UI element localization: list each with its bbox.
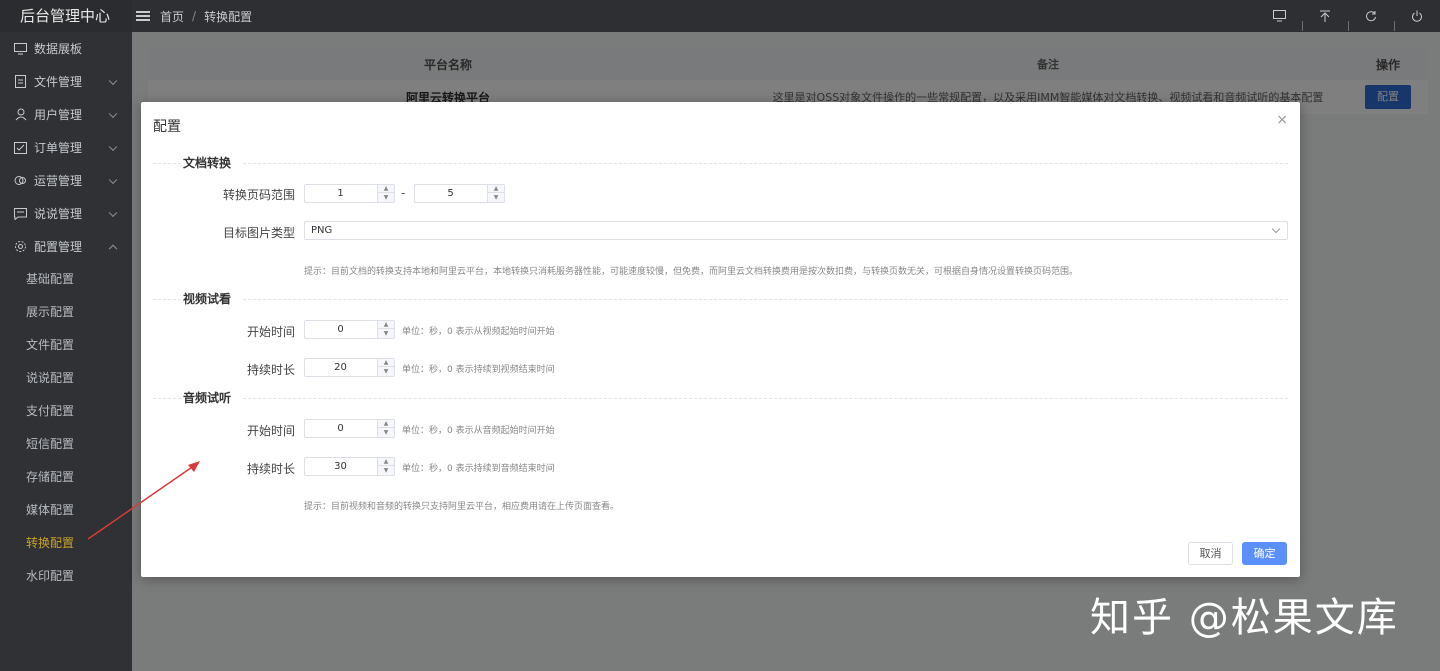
breadcrumb-home[interactable]: 首页 — [160, 8, 184, 25]
increment-icon[interactable]: ▲ — [488, 185, 504, 193]
decrement-icon[interactable]: ▼ — [378, 193, 394, 201]
chevron-down-icon — [108, 76, 118, 85]
watermark: 知乎 @松果文库 — [1090, 595, 1399, 641]
section-title: 音频试听 — [183, 391, 244, 405]
brand-title: 后台管理中心 — [0, 0, 132, 32]
screen-icon[interactable] — [1256, 10, 1302, 22]
sidebar-item-label: 用户管理 — [34, 108, 83, 122]
video-start-input[interactable]: 0 ▲ ▼ — [304, 320, 395, 339]
page-from-value: 1 — [337, 188, 344, 199]
sidebar-sub-file[interactable]: 文件配置 — [0, 329, 132, 362]
breadcrumb-current: 转换配置 — [204, 9, 253, 24]
chevron-up-icon — [108, 244, 118, 253]
chevron-down-icon — [1271, 224, 1281, 234]
video-start-value: 0 — [337, 324, 344, 335]
page-to-value: 5 — [447, 188, 454, 199]
sidebar-item-label: 文件管理 — [34, 75, 83, 89]
file-icon — [14, 75, 27, 88]
chevron-down-icon — [108, 175, 118, 184]
close-icon[interactable]: × — [1276, 112, 1288, 128]
page-range-label: 转换页码范围 — [222, 188, 295, 202]
sidebar-sub-payment[interactable]: 支付配置 — [0, 395, 132, 428]
increment-icon[interactable]: ▲ — [378, 185, 394, 193]
video-start-label: 开始时间 — [246, 325, 295, 339]
video-start-hint: 单位：秒，0 表示从视频起始时间开始 — [402, 327, 555, 337]
audio-start-input[interactable]: 0 ▲ ▼ — [304, 419, 395, 438]
sidebar-item-label: 说说管理 — [34, 207, 83, 221]
video-duration-label: 持续时长 — [246, 363, 295, 377]
video-duration-hint: 单位：秒，0 表示持续到视频结束时间 — [402, 365, 555, 375]
image-type-label: 目标图片类型 — [222, 226, 295, 240]
sidebar-item-users[interactable]: 用户管理 — [0, 98, 132, 131]
config-modal: 配置 × 文档转换 转换页码范围 1 ▲ ▼ - 5 ▲ ▼ 目标图片类型 PNG … — [141, 102, 1300, 577]
order-icon — [14, 141, 27, 154]
sidebar-item-label: 订单管理 — [34, 141, 83, 155]
monitor-icon — [14, 42, 27, 55]
gear-icon — [14, 240, 27, 253]
section-title: 视频试看 — [183, 292, 244, 306]
page-from-input[interactable]: 1 ▲ ▼ — [304, 184, 395, 203]
user-icon — [14, 108, 27, 121]
decrement-icon[interactable]: ▼ — [378, 428, 394, 436]
sidebar-item-dashboard[interactable]: 数据展板 — [0, 32, 132, 65]
video-duration-value: 20 — [334, 362, 347, 373]
cancel-button[interactable]: 取消 — [1188, 542, 1233, 565]
increment-icon[interactable]: ▲ — [378, 420, 394, 428]
top-bar: 首页 / 转换配置 — [132, 0, 1440, 32]
chevron-down-icon — [108, 142, 118, 151]
annotation-arrow-icon — [87, 461, 200, 540]
sidebar-item-label: 数据展板 — [34, 42, 83, 56]
sidebar-sub-watermark[interactable]: 水印配置 — [0, 560, 132, 593]
sidebar-item-posts[interactable]: 说说管理 — [0, 197, 132, 230]
refresh-icon[interactable] — [1348, 10, 1394, 31]
chevron-down-icon — [108, 109, 118, 118]
sidebar-item-files[interactable]: 文件管理 — [0, 65, 132, 98]
image-type-value: PNG — [311, 225, 333, 236]
sidebar-sub-post[interactable]: 说说配置 — [0, 362, 132, 395]
top-actions — [1256, 0, 1440, 32]
decrement-icon[interactable]: ▼ — [378, 329, 394, 337]
media-hint: 提示：目前视频和音频的转换只支持阿里云平台，相应费用请在上传页面查看。 — [304, 502, 620, 512]
decrement-icon[interactable]: ▼ — [488, 193, 504, 201]
chevron-down-icon — [108, 208, 118, 217]
sidebar-sub-basic[interactable]: 基础配置 — [0, 263, 132, 296]
power-icon[interactable] — [1394, 10, 1440, 31]
audio-duration-hint: 单位：秒，0 表示持续到音频结束时间 — [402, 464, 555, 474]
sidebar-item-orders[interactable]: 订单管理 — [0, 131, 132, 164]
increment-icon[interactable]: ▲ — [378, 458, 394, 466]
sidebar-item-config[interactable]: 配置管理 — [0, 230, 132, 263]
sidebar-sub-display[interactable]: 展示配置 — [0, 296, 132, 329]
audio-start-value: 0 — [337, 423, 344, 434]
modal-title: 配置 — [153, 119, 181, 135]
video-duration-input[interactable]: 20 ▲ ▼ — [304, 358, 395, 377]
section-audio-preview: 音频试听 — [153, 391, 1288, 405]
upload-icon[interactable] — [1302, 10, 1348, 31]
doc-hint: 提示：目前文档的转换支持本地和阿里云平台，本地转换只消耗服务器性能，可能速度较慢… — [304, 267, 1079, 277]
breadcrumb-separator: / — [192, 9, 197, 23]
sidebar-item-operations[interactable]: 运营管理 — [0, 164, 132, 197]
section-title: 文档转换 — [183, 156, 244, 170]
audio-start-hint: 单位：秒，0 表示从音频起始时间开始 — [402, 426, 555, 436]
audio-start-label: 开始时间 — [246, 424, 295, 438]
page-to-input[interactable]: 5 ▲ ▼ — [414, 184, 505, 203]
confirm-button[interactable]: 确定 — [1242, 542, 1287, 565]
message-icon — [14, 207, 27, 220]
menu-toggle-icon[interactable] — [136, 11, 150, 21]
increment-icon[interactable]: ▲ — [378, 321, 394, 329]
sidebar: 后台管理中心 数据展板 文件管理 用户管理 订单管理 运营管理 说说管理 配置管… — [0, 0, 132, 671]
increment-icon[interactable]: ▲ — [378, 359, 394, 367]
decrement-icon[interactable]: ▼ — [378, 367, 394, 375]
range-dash: - — [401, 186, 406, 200]
audio-duration-value: 30 — [334, 461, 347, 472]
audio-duration-input[interactable]: 30 ▲ ▼ — [304, 457, 395, 476]
sidebar-item-label: 运营管理 — [34, 174, 83, 188]
decrement-icon[interactable]: ▼ — [378, 466, 394, 474]
sidebar-item-label: 配置管理 — [34, 240, 83, 254]
operation-icon — [14, 174, 27, 187]
image-type-select[interactable]: PNG — [304, 221, 1288, 240]
section-doc-convert: 文档转换 — [153, 156, 1288, 170]
section-video-preview: 视频试看 — [153, 292, 1288, 306]
